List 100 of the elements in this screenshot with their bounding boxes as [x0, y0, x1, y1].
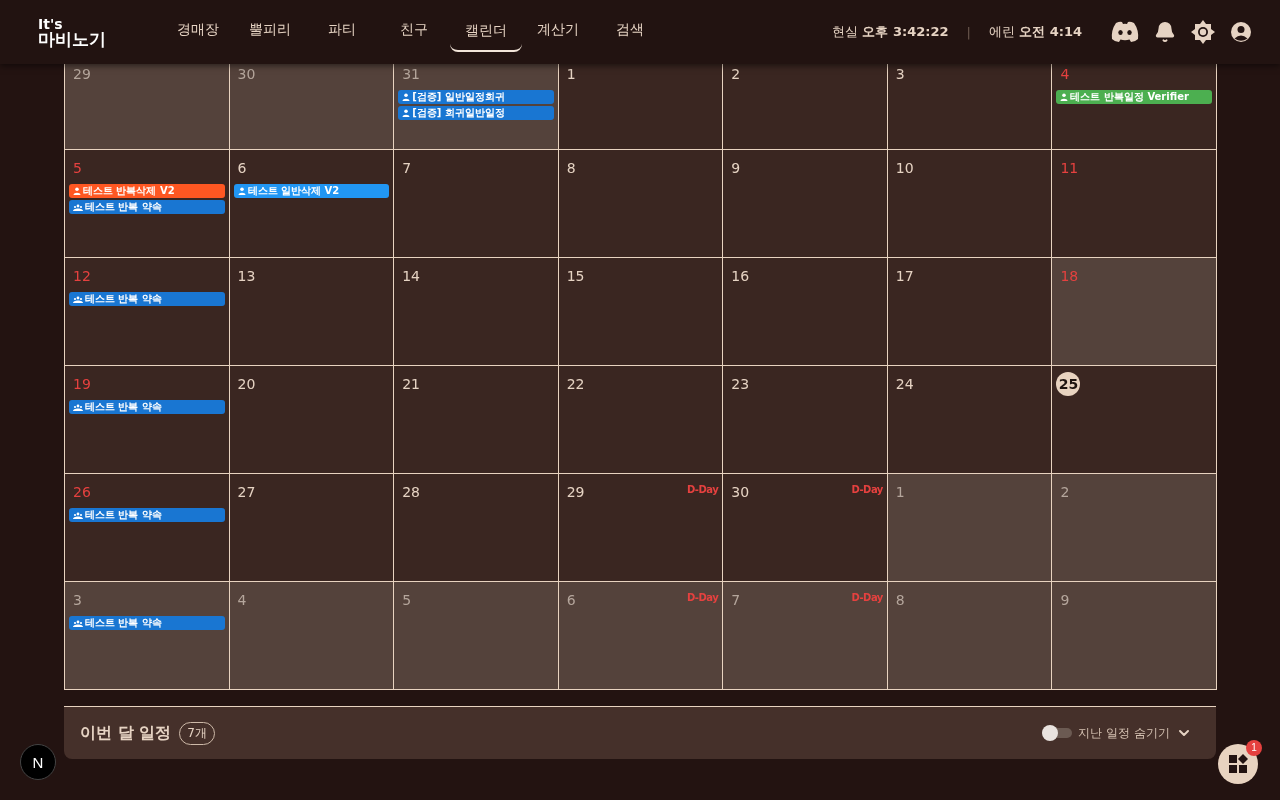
day-cell[interactable]: 1 — [887, 473, 1053, 581]
day-cell[interactable]: 24 — [887, 365, 1053, 473]
date-number: 28 — [402, 483, 420, 502]
date-number: 1 — [895, 483, 905, 502]
day-cell[interactable]: 2 — [1052, 473, 1217, 581]
day-cell[interactable]: 7 D-Day — [723, 581, 888, 689]
date-number: 30 — [731, 483, 750, 502]
date-number: 17 — [895, 267, 914, 286]
date-number: 30 — [237, 65, 256, 84]
person-icon — [1060, 93, 1069, 101]
bell-icon[interactable] — [1154, 21, 1176, 43]
notification-badge: 1 — [1246, 740, 1262, 756]
date-number: 25 — [1056, 372, 1081, 396]
day-cell[interactable]: 23 — [723, 365, 888, 473]
day-cell[interactable]: 30 D-Day — [723, 473, 888, 581]
day-cell[interactable]: 5 — [394, 581, 559, 689]
date-number: 3 — [73, 591, 82, 610]
date-number: 16 — [731, 267, 750, 286]
nav-tab[interactable]: 계산기 — [522, 11, 594, 51]
event-chip[interactable]: [검증] 일반일정회귀 — [398, 90, 554, 104]
date-number: 27 — [237, 483, 256, 502]
day-cell[interactable]: 8 — [558, 149, 724, 257]
date-number: 3 — [895, 65, 905, 84]
day-cell[interactable]: 14 — [394, 257, 559, 365]
dday-label: D-Day — [851, 484, 883, 495]
date-number: 23 — [731, 375, 750, 394]
date-number: 19 — [73, 375, 91, 394]
date-number: 22 — [566, 375, 585, 394]
date-number: 29 — [566, 483, 585, 502]
day-cell[interactable]: 6 D-Day — [558, 581, 724, 689]
dday-label: D-Day — [686, 592, 719, 603]
day-cell[interactable]: 4 테스트 반복일정 Verifier — [1052, 64, 1217, 149]
nav-tab[interactable]: 캘린더 — [450, 12, 522, 52]
day-cell[interactable]: 26 테스트 반복 약속 — [65, 473, 230, 581]
dev-badge[interactable]: N — [20, 744, 56, 780]
event-chip[interactable]: 테스트 반복 약속 — [69, 292, 225, 306]
day-cell[interactable]: 5 테스트 반복삭제 V2 테스트 반복 약속 — [65, 149, 230, 257]
event-chip[interactable]: [검증] 회귀일반일정 — [398, 106, 554, 120]
day-cell[interactable]: 30 — [229, 64, 395, 149]
day-cell[interactable]: 29 D-Day — [558, 473, 724, 581]
day-cell[interactable]: 25 — [1052, 365, 1217, 473]
day-cell[interactable]: 2 — [723, 64, 888, 149]
day-cell[interactable]: 11 — [1052, 149, 1217, 257]
event-chip[interactable]: 테스트 반복 약속 — [69, 400, 225, 414]
real-time: 현실 오후 3:42:22 — [832, 23, 949, 41]
day-cell[interactable]: 10 — [887, 149, 1053, 257]
logo[interactable]: It's 마비노기 — [38, 16, 148, 48]
date-number: 2 — [731, 65, 741, 84]
person-icon — [402, 109, 411, 117]
nav-tab[interactable]: 친구 — [378, 11, 450, 51]
day-cell[interactable]: 4 — [229, 581, 395, 689]
sun-icon[interactable] — [1190, 19, 1216, 45]
date-number: 14 — [402, 267, 420, 286]
day-cell[interactable]: 22 — [558, 365, 724, 473]
date-number: 2 — [1060, 483, 1070, 502]
date-number: 10 — [895, 159, 914, 178]
day-cell[interactable]: 21 — [394, 365, 559, 473]
date-number: 20 — [237, 375, 256, 394]
widgets-icon — [1228, 754, 1248, 774]
event-chip[interactable]: 테스트 반복 약속 — [69, 508, 225, 522]
date-number: 6 — [237, 159, 247, 178]
date-number: 29 — [73, 65, 91, 84]
day-cell[interactable]: 13 — [229, 257, 395, 365]
date-number: 7 — [402, 159, 412, 178]
day-cell[interactable]: 6 테스트 일반삭제 V2 — [229, 149, 395, 257]
date-number: 31 — [402, 65, 420, 84]
day-cell[interactable]: 1 — [558, 64, 724, 149]
nav-tab[interactable]: 경매장 — [162, 11, 234, 51]
person-icon — [402, 93, 411, 101]
separator: | — [966, 24, 971, 40]
date-number: 13 — [237, 267, 256, 286]
day-cell[interactable]: 16 — [723, 257, 888, 365]
hide-past-toggle[interactable] — [1042, 728, 1073, 738]
day-cell[interactable]: 3 테스트 반복 약속 — [65, 581, 230, 689]
day-cell[interactable]: 17 — [887, 257, 1053, 365]
nav-tab[interactable]: 파티 — [306, 11, 378, 51]
nav-tab[interactable]: 뿔피리 — [234, 11, 306, 51]
day-cell[interactable]: 12 테스트 반복 약속 — [65, 257, 230, 365]
group-icon — [73, 295, 83, 303]
event-chip[interactable]: 테스트 반복 약속 — [69, 616, 225, 630]
day-cell[interactable]: 9 — [723, 149, 888, 257]
day-cell[interactable]: 19 테스트 반복 약속 — [65, 365, 230, 473]
day-cell[interactable]: 29 — [65, 64, 230, 149]
day-cell[interactable]: 8 — [887, 581, 1053, 689]
event-chip[interactable]: 테스트 반복 약속 — [69, 200, 225, 214]
day-cell[interactable]: 3 — [887, 64, 1053, 149]
day-cell[interactable]: 9 — [1052, 581, 1217, 689]
chat-icon[interactable] — [1110, 21, 1140, 43]
account-icon[interactable] — [1230, 21, 1252, 43]
day-cell[interactable]: 31 [검증] 일반일정회귀 [검증] 회귀일반일정 — [394, 64, 559, 149]
date-number: 5 — [402, 591, 412, 610]
day-cell[interactable]: 7 — [394, 149, 559, 257]
dday-label: D-Day — [686, 484, 719, 495]
day-cell[interactable]: 28 — [394, 473, 559, 581]
nav-tab[interactable]: 검색 — [594, 11, 666, 51]
day-cell[interactable]: 27 — [229, 473, 395, 581]
day-cell[interactable]: 15 — [558, 257, 724, 365]
day-cell[interactable]: 20 — [229, 365, 395, 473]
group-icon — [73, 403, 83, 411]
date-number: 8 — [566, 159, 576, 178]
